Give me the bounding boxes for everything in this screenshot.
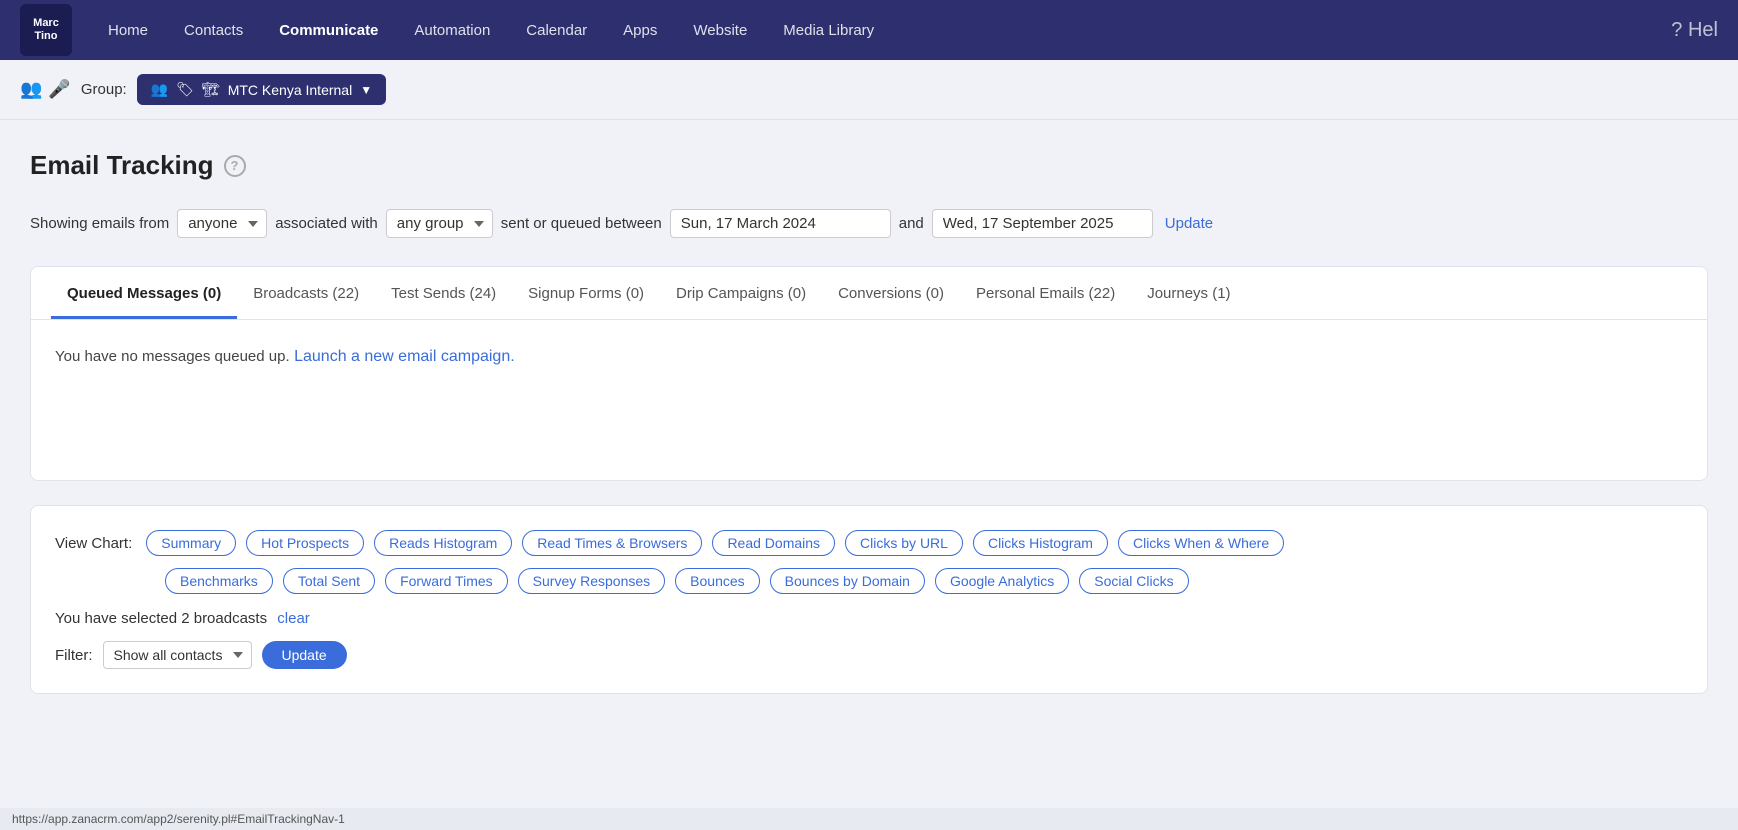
nav-calendar[interactable]: Calendar <box>510 14 603 47</box>
tab-drip-campaigns[interactable]: Drip Campaigns (0) <box>660 267 822 319</box>
tabs-card: Queued Messages (0) Broadcasts (22) Test… <box>30 266 1708 481</box>
nav-communicate[interactable]: Communicate <box>263 14 394 47</box>
nav-media-library[interactable]: Media Library <box>767 14 890 47</box>
chevron-down-icon: ▼ <box>360 83 372 97</box>
chart-tag-summary[interactable]: Summary <box>146 530 236 556</box>
chart-tag-survey-responses[interactable]: Survey Responses <box>518 568 666 594</box>
date-to-input[interactable] <box>932 209 1153 238</box>
tab-journeys[interactable]: Journeys (1) <box>1131 267 1246 319</box>
tab-test-sends[interactable]: Test Sends (24) <box>375 267 512 319</box>
clear-link[interactable]: clear <box>277 610 310 627</box>
nav-contacts[interactable]: Contacts <box>168 14 259 47</box>
chart-tag-clicks-histogram[interactable]: Clicks Histogram <box>973 530 1108 556</box>
group-dropdown[interactable]: 👥 🏷 🏗 MTC Kenya Internal ▼ <box>137 74 386 105</box>
page-title: Email Tracking <box>30 150 214 181</box>
view-chart-row: View Chart: Summary Hot Prospects Reads … <box>55 530 1683 556</box>
people-icon: 👥 <box>20 79 42 100</box>
nav-home[interactable]: Home <box>92 14 164 47</box>
status-url: https://app.zanacrm.com/app2/serenity.pl… <box>12 812 345 826</box>
chart-update-button[interactable]: Update <box>262 641 347 669</box>
mic-icon: 🎤 <box>48 79 70 100</box>
group-name: MTC Kenya Internal <box>228 82 353 98</box>
chart-tag-read-domains[interactable]: Read Domains <box>712 530 835 556</box>
associated-select[interactable]: any group <box>386 209 493 238</box>
nav-website[interactable]: Website <box>677 14 763 47</box>
nav-automation[interactable]: Automation <box>398 14 506 47</box>
group-icon-tag: 🏷 <box>176 81 194 98</box>
and-label: and <box>899 215 924 232</box>
filter-update-row: Filter: Show all contacts Opened only No… <box>55 641 1683 669</box>
chart-tag-benchmarks[interactable]: Benchmarks <box>165 568 273 594</box>
chart-tag-bounces-by-domain[interactable]: Bounces by Domain <box>770 568 925 594</box>
tabs-body: You have no messages queued up. Launch a… <box>31 320 1707 480</box>
chart-card: View Chart: Summary Hot Prospects Reads … <box>30 505 1708 694</box>
view-chart-label: View Chart: <box>55 535 132 552</box>
chart-tag-clicks-by-url[interactable]: Clicks by URL <box>845 530 963 556</box>
tab-conversions[interactable]: Conversions (0) <box>822 267 960 319</box>
chart-tag-reads-histogram[interactable]: Reads Histogram <box>374 530 512 556</box>
filter-label: Filter: <box>55 647 93 664</box>
filter-contacts-select[interactable]: Show all contacts Opened only Not opened <box>103 641 252 669</box>
tabs-header: Queued Messages (0) Broadcasts (22) Test… <box>31 267 1707 320</box>
associated-label: associated with <box>275 215 378 232</box>
launch-campaign-link[interactable]: Launch a new email campaign. <box>294 348 515 365</box>
help-link[interactable]: ? Hel <box>1671 19 1718 42</box>
logo-text: MarcTino <box>33 17 59 43</box>
chart-tag-bounces[interactable]: Bounces <box>675 568 759 594</box>
nav-apps[interactable]: Apps <box>607 14 673 47</box>
sent-label: sent or queued between <box>501 215 662 232</box>
chart-tag-hot-prospects[interactable]: Hot Prospects <box>246 530 364 556</box>
chart-tag-read-times-browsers[interactable]: Read Times & Browsers <box>522 530 702 556</box>
tab-signup-forms[interactable]: Signup Forms (0) <box>512 267 660 319</box>
tab-broadcasts[interactable]: Broadcasts (22) <box>237 267 375 319</box>
top-nav: MarcTino Home Contacts Communicate Autom… <box>0 0 1738 60</box>
chart-tag-social-clicks[interactable]: Social Clicks <box>1079 568 1188 594</box>
chart-tags-row2: Benchmarks Total Sent Forward Times Surv… <box>55 568 1683 594</box>
group-bar: 👥 🎤 Group: 👥 🏷 🏗 MTC Kenya Internal ▼ <box>0 60 1738 120</box>
from-select[interactable]: anyone <box>177 209 267 238</box>
showing-label: Showing emails from <box>30 215 169 232</box>
filter-row: Showing emails from anyone associated wi… <box>30 209 1708 238</box>
page-help-icon[interactable]: ? <box>224 155 246 177</box>
chart-tag-clicks-when-where[interactable]: Clicks When & Where <box>1118 530 1284 556</box>
group-label: Group: <box>81 81 127 98</box>
selected-broadcasts-row: You have selected 2 broadcasts clear <box>55 610 1683 627</box>
logo[interactable]: MarcTino <box>20 4 72 56</box>
chart-tag-google-analytics[interactable]: Google Analytics <box>935 568 1069 594</box>
chart-tag-forward-times[interactable]: Forward Times <box>385 568 508 594</box>
page-title-row: Email Tracking ? <box>30 150 1708 181</box>
status-bar: https://app.zanacrm.com/app2/serenity.pl… <box>0 808 1738 830</box>
nav-links: Home Contacts Communicate Automation Cal… <box>92 14 1671 47</box>
filter-update-button[interactable]: Update <box>1161 210 1217 237</box>
tab-personal-emails[interactable]: Personal Emails (22) <box>960 267 1131 319</box>
date-from-input[interactable] <box>670 209 891 238</box>
group-icon-small: 👥 <box>151 81 168 98</box>
chart-tag-total-sent[interactable]: Total Sent <box>283 568 375 594</box>
tab-queued-messages[interactable]: Queued Messages (0) <box>51 267 237 319</box>
group-icon-extra: 🏗 <box>202 81 220 98</box>
group-icons: 👥 🎤 <box>20 79 71 100</box>
selected-broadcasts-text: You have selected 2 broadcasts <box>55 610 267 627</box>
main-content: Email Tracking ? Showing emails from any… <box>0 120 1738 714</box>
nav-right: ? Hel <box>1671 19 1718 42</box>
empty-message: You have no messages queued up. <box>55 348 290 365</box>
